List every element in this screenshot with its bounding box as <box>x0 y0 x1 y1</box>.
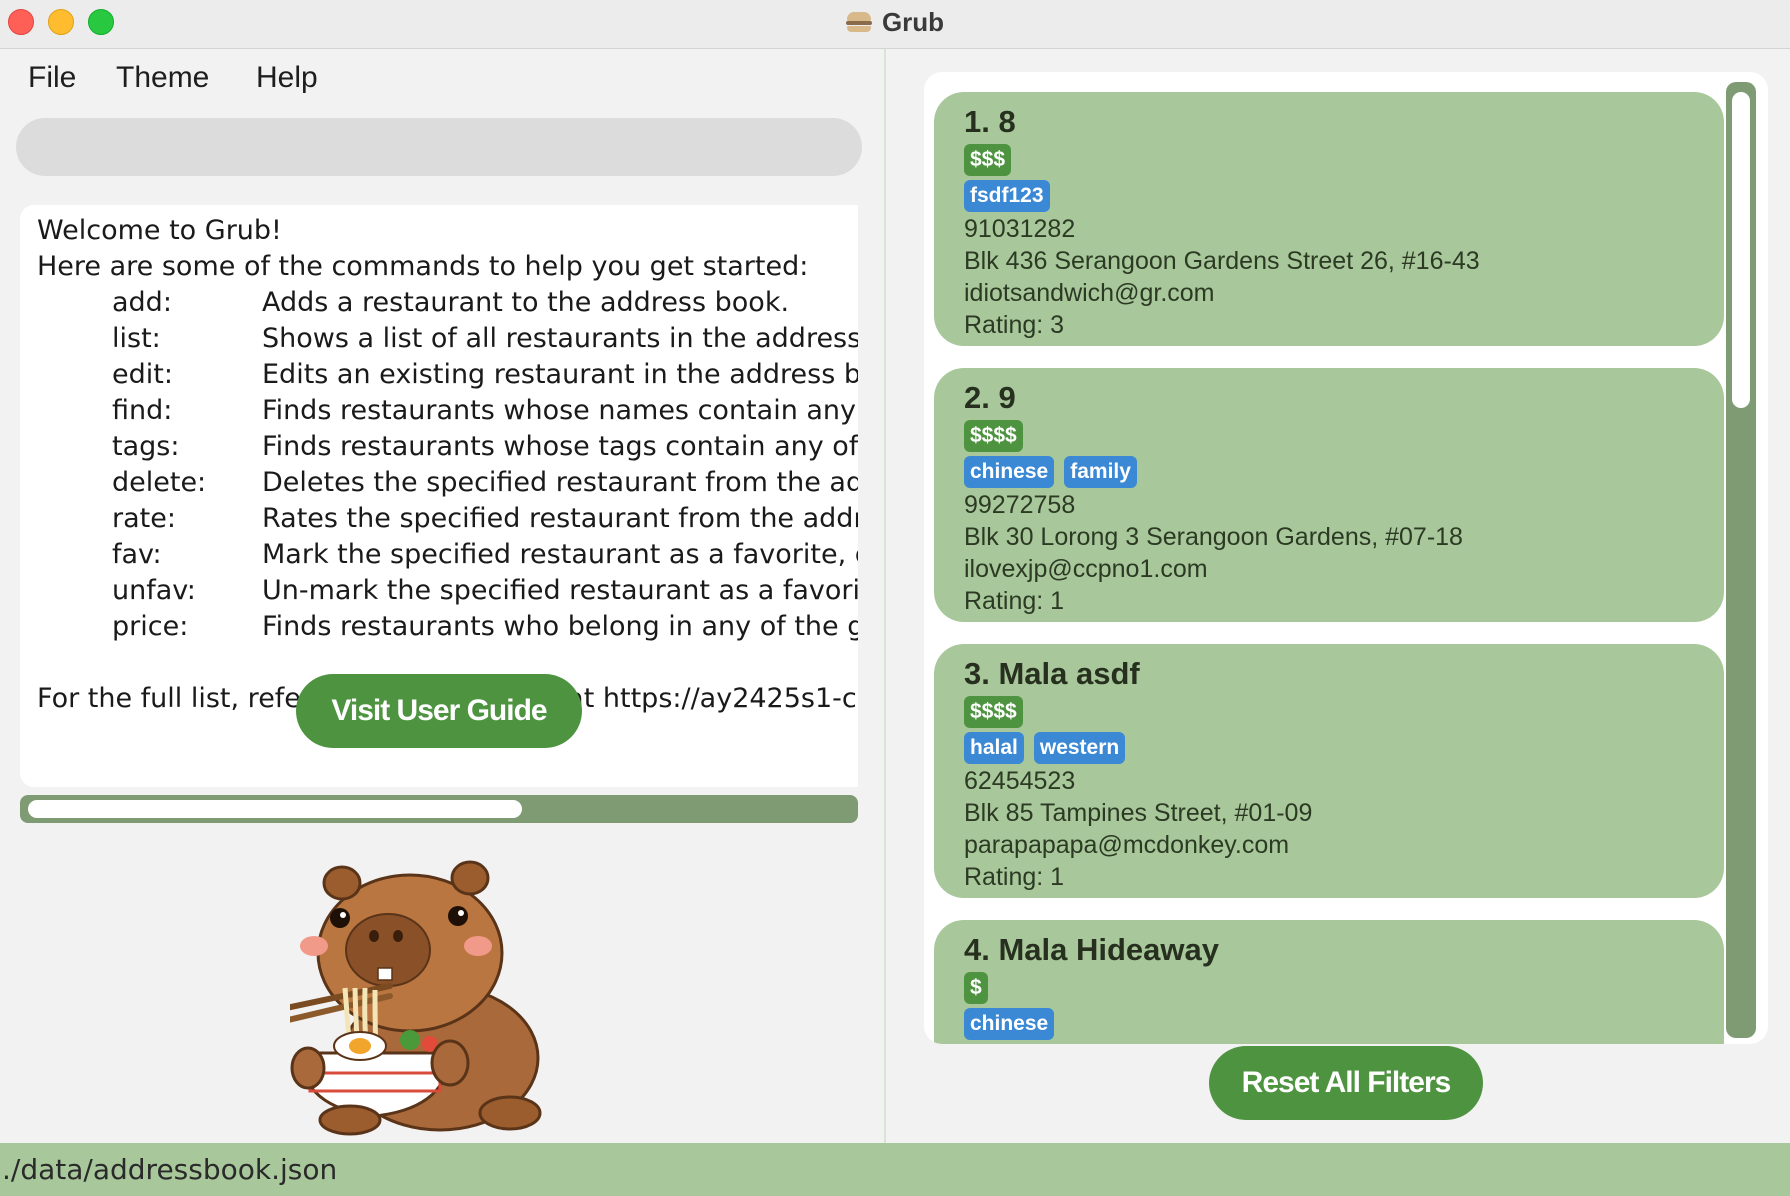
command-name: find: <box>112 395 173 426</box>
restaurant-email: idiotsandwich@gr.com <box>964 279 1215 307</box>
restaurant-card[interactable]: 1. 8 $$$ fsdf123 91031282 Blk 436 Serangoon … <box>934 92 1724 346</box>
command-description: Finds restaurants whose tags contain any… <box>262 431 858 462</box>
restaurant-rating: Rating: 1 <box>964 587 1065 615</box>
pane-divider[interactable] <box>884 49 886 1143</box>
command-row: delete: Deletes the specified restaurant … <box>37 465 858 501</box>
command-description: Rates the specified restaurant from the … <box>262 503 858 534</box>
restaurant-list-panel[interactable]: 1. 8 $$$ fsdf123 91031282 Blk 436 Serangoon … <box>924 72 1768 1044</box>
restaurant-address: Blk 85 Tampines Street, #01-09 <box>964 799 1313 827</box>
command-row: add: Adds a restaurant to the address boo… <box>37 285 858 321</box>
vertical-scrollbar[interactable] <box>1726 82 1756 1038</box>
tag-badge: chinese <box>964 1008 1055 1040</box>
command-description: Mark the specified restaurant as a favor… <box>262 539 858 570</box>
command-row: unfav: Un-mark the specified restaurant a… <box>37 573 858 609</box>
command-name: price: <box>112 611 189 642</box>
command-name: add: <box>112 287 172 318</box>
horizontal-scrollbar[interactable] <box>20 795 858 823</box>
command-list: add: Adds a restaurant to the address boo… <box>37 285 858 645</box>
tag-list: chinese family <box>964 456 1137 488</box>
command-input[interactable] <box>16 118 862 176</box>
restaurant-card[interactable]: 3. Mala asdf $$$$ halal western 62454523 Blk … <box>934 644 1724 898</box>
command-name: rate: <box>112 503 176 534</box>
menu-help[interactable]: Help <box>256 61 318 95</box>
command-row: find: Finds restaurants whose names conta… <box>37 393 858 429</box>
restaurant-name: 2. 9 <box>964 380 1016 415</box>
tag-badge: western <box>1033 732 1126 764</box>
window-title: Grub <box>881 6 945 37</box>
menu-bar: File Theme Help <box>0 49 884 109</box>
command-description: Finds restaurants who belong in any of t… <box>262 611 858 642</box>
price-badge: $$$ <box>964 144 1012 176</box>
command-description: Un-mark the specified restaurant as a fa… <box>262 575 858 606</box>
restaurant-phone: 62454523 <box>964 767 1076 795</box>
restaurant-name: 4. Mala Hideaway <box>964 932 1220 967</box>
command-description: Shows a list of all restaurants in the a… <box>262 323 858 354</box>
command-row: edit: Edits an existing restaurant in the… <box>37 357 858 393</box>
command-name: list: <box>112 323 161 354</box>
restaurant-card[interactable]: 4. Mala Hideaway $ chinese <box>934 920 1724 1044</box>
menu-theme[interactable]: Theme <box>116 61 209 95</box>
reset-all-filters-button[interactable]: Reset All Filters <box>1209 1046 1483 1120</box>
command-name: edit: <box>112 359 173 390</box>
status-bar: ./data/addressbook.json <box>0 1143 1790 1196</box>
tag-badge: chinese <box>964 456 1055 488</box>
command-name: unfav: <box>112 575 196 606</box>
command-description: Edits an existing restaurant in the addr… <box>262 359 858 390</box>
command-row: rate: Rates the specified restaurant from… <box>37 501 858 537</box>
restaurant-email: parapapapa@mcdonkey.com <box>964 831 1290 859</box>
tag-badge: halal <box>964 732 1024 764</box>
capybara-mascot-icon <box>290 860 542 1136</box>
tag-list: fsdf123 <box>964 180 1050 212</box>
welcome-text: Welcome to Grub! <box>37 215 282 246</box>
horizontal-scroll-thumb[interactable] <box>28 800 522 818</box>
command-name: fav: <box>112 539 162 570</box>
command-row: list: Shows a list of all restaurants in … <box>37 321 858 357</box>
restaurant-rating: Rating: 3 <box>964 311 1065 339</box>
title-bar: Grub <box>0 0 1790 49</box>
menu-file[interactable]: File <box>28 61 76 95</box>
restaurant-address: Blk 436 Serangoon Gardens Street 26, #16… <box>964 247 1480 275</box>
command-name: delete: <box>112 467 207 498</box>
command-row: tags: Finds restaurants whose tags contai… <box>37 429 858 465</box>
tag-badge: fsdf123 <box>964 180 1050 212</box>
visit-user-guide-button[interactable]: Visit User Guide <box>296 674 582 748</box>
tag-badge: family <box>1064 456 1137 488</box>
restaurant-name: 1. 8 <box>964 104 1016 139</box>
tag-list: halal western <box>964 732 1126 764</box>
restaurant-card[interactable]: 2. 9 $$$$ chinese family 99272758 Blk 30 Loro… <box>934 368 1724 622</box>
command-row: fav: Mark the specified restaurant as a f… <box>37 537 858 573</box>
command-description: Deletes the specified restaurant from th… <box>262 467 858 498</box>
restaurant-address: Blk 30 Lorong 3 Serangoon Gardens, #07-1… <box>964 523 1463 551</box>
intro-text: Here are some of the commands to help yo… <box>37 251 809 282</box>
burger-icon <box>845 11 872 33</box>
price-badge: $$$$ <box>964 420 1023 452</box>
restaurant-email: ilovexjp@ccpno1.com <box>964 555 1208 583</box>
command-row: price: Finds restaurants who belong in an… <box>37 609 858 645</box>
tag-list: chinese <box>964 1008 1055 1040</box>
command-description: Adds a restaurant to the address book. <box>262 287 790 318</box>
restaurant-name: 3. Mala asdf <box>964 656 1140 691</box>
restaurant-phone: 99272758 <box>964 491 1076 519</box>
restaurant-phone: 91031282 <box>964 215 1076 243</box>
price-badge: $$$$ <box>964 696 1023 728</box>
command-name: tags: <box>112 431 180 462</box>
vertical-scroll-thumb[interactable] <box>1732 92 1750 408</box>
price-badge: $ <box>964 972 988 1004</box>
status-file-path: ./data/addressbook.json <box>2 1153 338 1186</box>
restaurant-rating: Rating: 1 <box>964 863 1065 891</box>
command-description: Finds restaurants whose names contain an… <box>262 395 857 426</box>
